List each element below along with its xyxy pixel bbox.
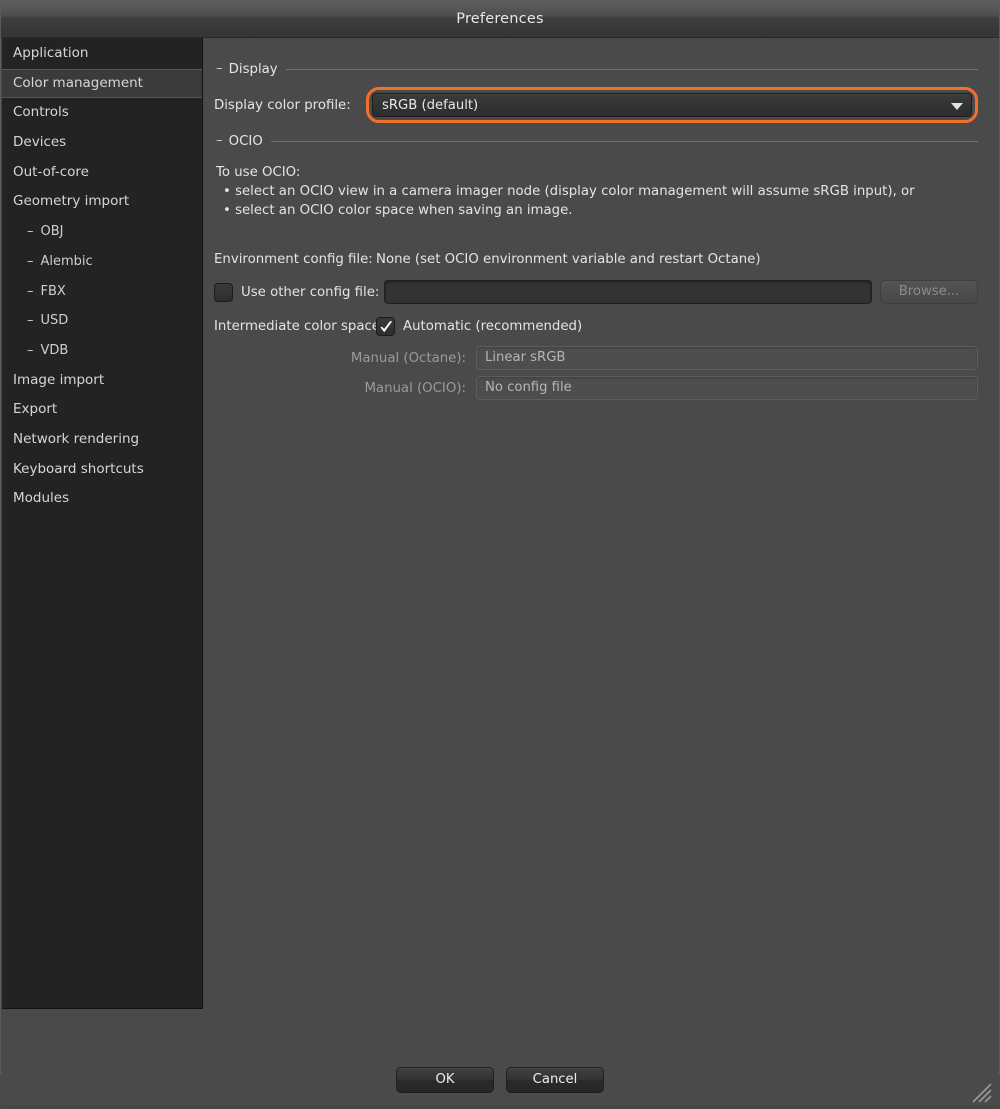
sidebar-item-fbx[interactable]: – FBX (2, 277, 202, 307)
window-title: Preferences (456, 11, 544, 27)
dialog-button-row: OK Cancel (2, 1067, 998, 1093)
display-color-profile-label: Display color profile: (214, 97, 351, 113)
display-group-title: Display (228, 61, 278, 77)
sidebar-item-label: FBX (40, 283, 66, 299)
environment-config-value: None (set OCIO environment variable and … (376, 252, 761, 267)
sidebar-item-network-rendering[interactable]: Network rendering (2, 425, 202, 455)
display-color-profile-row: Display color profile: sRGB (default) (214, 87, 978, 123)
sidebar-subitem-dash-icon: – (27, 342, 34, 358)
sidebar-item-label: Alembic (40, 253, 93, 269)
display-color-profile-highlight: sRGB (default) (366, 87, 978, 123)
sidebar-item-image-import[interactable]: Image import (2, 366, 202, 396)
ocio-instructions-bullet-2: • select an OCIO color space when saving… (223, 203, 573, 218)
sidebar-subitem-dash-icon: – (27, 224, 34, 240)
sidebar-item-out-of-core[interactable]: Out-of-core (2, 158, 202, 188)
dialog-footer: OK Cancel (2, 1009, 998, 1109)
sidebar-item-controls[interactable]: Controls (2, 98, 202, 128)
automatic-checkbox[interactable] (376, 317, 395, 336)
environment-config-label: Environment config file: (214, 252, 373, 267)
sidebar-item-keyboard-shortcuts[interactable]: Keyboard shortcuts (2, 455, 202, 485)
group-divider (270, 140, 978, 142)
checkmark-icon (380, 321, 393, 333)
browse-button[interactable]: Browse... (880, 280, 978, 304)
ocio-instructions: To use OCIO: • select an OCIO view in a … (214, 163, 978, 220)
group-divider (285, 68, 978, 70)
sidebar-item-label: Application (13, 45, 89, 61)
footer-bottom-strip (2, 1105, 998, 1109)
preferences-window: Preferences Application Color management C… (0, 0, 1000, 1109)
manual-ocio-label: Manual (OCIO): (364, 380, 466, 396)
sidebar-item-label: Controls (13, 104, 69, 121)
use-other-config-toggle[interactable]: Use other config file: (214, 282, 380, 302)
sidebar-item-label: Network rendering (13, 430, 140, 447)
manual-octane-value[interactable]: Linear sRGB (476, 346, 978, 370)
environment-config-row: Environment config file: None (set OCIO … (214, 252, 978, 267)
sidebar-subitem-dash-icon: – (27, 313, 34, 329)
sidebar-item-label: Devices (13, 134, 67, 151)
sidebar-item-usd[interactable]: – USD (2, 306, 202, 336)
automatic-label: Automatic (recommended) (403, 319, 583, 334)
dialog-body: Application Color management Controls Devic… (1, 38, 999, 1109)
ocio-group-header: – OCIO (214, 132, 978, 150)
sidebar-item-modules[interactable]: Modules (2, 484, 202, 514)
sidebar-item-color-management[interactable]: Color management (2, 68, 202, 99)
sidebar-item-label: Export (13, 401, 58, 418)
manual-octane-row: Manual (Octane): Linear sRGB (214, 346, 978, 370)
manual-octane-label: Manual (Octane): (350, 350, 466, 366)
cancel-button[interactable]: Cancel (506, 1067, 604, 1093)
display-group-header: – Display (214, 60, 978, 78)
collapse-dash-icon[interactable]: – (214, 62, 229, 76)
preferences-sidebar[interactable]: Application Color management Controls Devic… (2, 38, 203, 1009)
sidebar-item-vdb[interactable]: – VDB (2, 336, 202, 366)
sidebar-item-label: OBJ (40, 224, 64, 240)
color-management-panel: – Display Display color profile: sRGB (d… (204, 38, 998, 1009)
intermediate-color-space-label: Intermediate color space: (214, 319, 385, 334)
intermediate-color-space-row: Intermediate color space: Automatic (rec… (214, 317, 978, 336)
display-group: – Display Display color profile: sRGB (d… (214, 60, 978, 123)
sidebar-item-application[interactable]: Application (2, 39, 202, 69)
collapse-dash-icon[interactable]: – (214, 134, 229, 148)
sidebar-item-alembic[interactable]: – Alembic (2, 247, 202, 277)
display-color-profile-dropdown[interactable]: sRGB (default) (372, 93, 972, 117)
ok-button[interactable]: OK (396, 1067, 494, 1093)
sidebar-subitem-dash-icon: – (27, 253, 34, 269)
sidebar-item-label: Modules (13, 490, 70, 507)
sidebar-item-label: USD (40, 313, 69, 329)
manual-ocio-row: Manual (OCIO): No config file (214, 376, 978, 400)
sidebar-item-label: Geometry import (13, 193, 130, 210)
ocio-group-title: OCIO (228, 133, 263, 149)
resize-grip[interactable] (971, 1082, 993, 1104)
sidebar-item-obj[interactable]: – OBJ (2, 217, 202, 247)
ocio-instructions-bullet-1: • select an OCIO view in a camera imager… (223, 184, 915, 199)
sidebar-item-label: Keyboard shortcuts (13, 460, 144, 477)
manual-ocio-value[interactable]: No config file (476, 376, 978, 400)
sidebar-item-geometry-import[interactable]: Geometry import (2, 187, 202, 217)
window-titlebar[interactable]: Preferences (1, 1, 999, 38)
chevron-down-icon[interactable] (951, 103, 963, 110)
ocio-group: – OCIO To use OCIO: • select an OCIO vie… (214, 132, 978, 400)
config-file-path-input[interactable] (384, 280, 872, 304)
resize-grip-icon (972, 1083, 992, 1103)
sidebar-item-label: Color management (13, 74, 143, 91)
use-other-config-label: Use other config file: (241, 284, 380, 300)
display-color-profile-value: sRGB (default) (382, 98, 479, 113)
use-other-config-checkbox[interactable] (214, 282, 233, 302)
sidebar-item-devices[interactable]: Devices (2, 128, 202, 158)
use-other-config-row: Use other config file: Browse... (214, 280, 978, 304)
sidebar-subitem-dash-icon: – (27, 283, 34, 299)
sidebar-item-export[interactable]: Export (2, 395, 202, 425)
sidebar-item-label: Image import (13, 371, 105, 388)
sidebar-item-label: VDB (40, 342, 69, 358)
ocio-instructions-intro: To use OCIO: (216, 165, 301, 180)
sidebar-item-label: Out-of-core (13, 163, 89, 180)
